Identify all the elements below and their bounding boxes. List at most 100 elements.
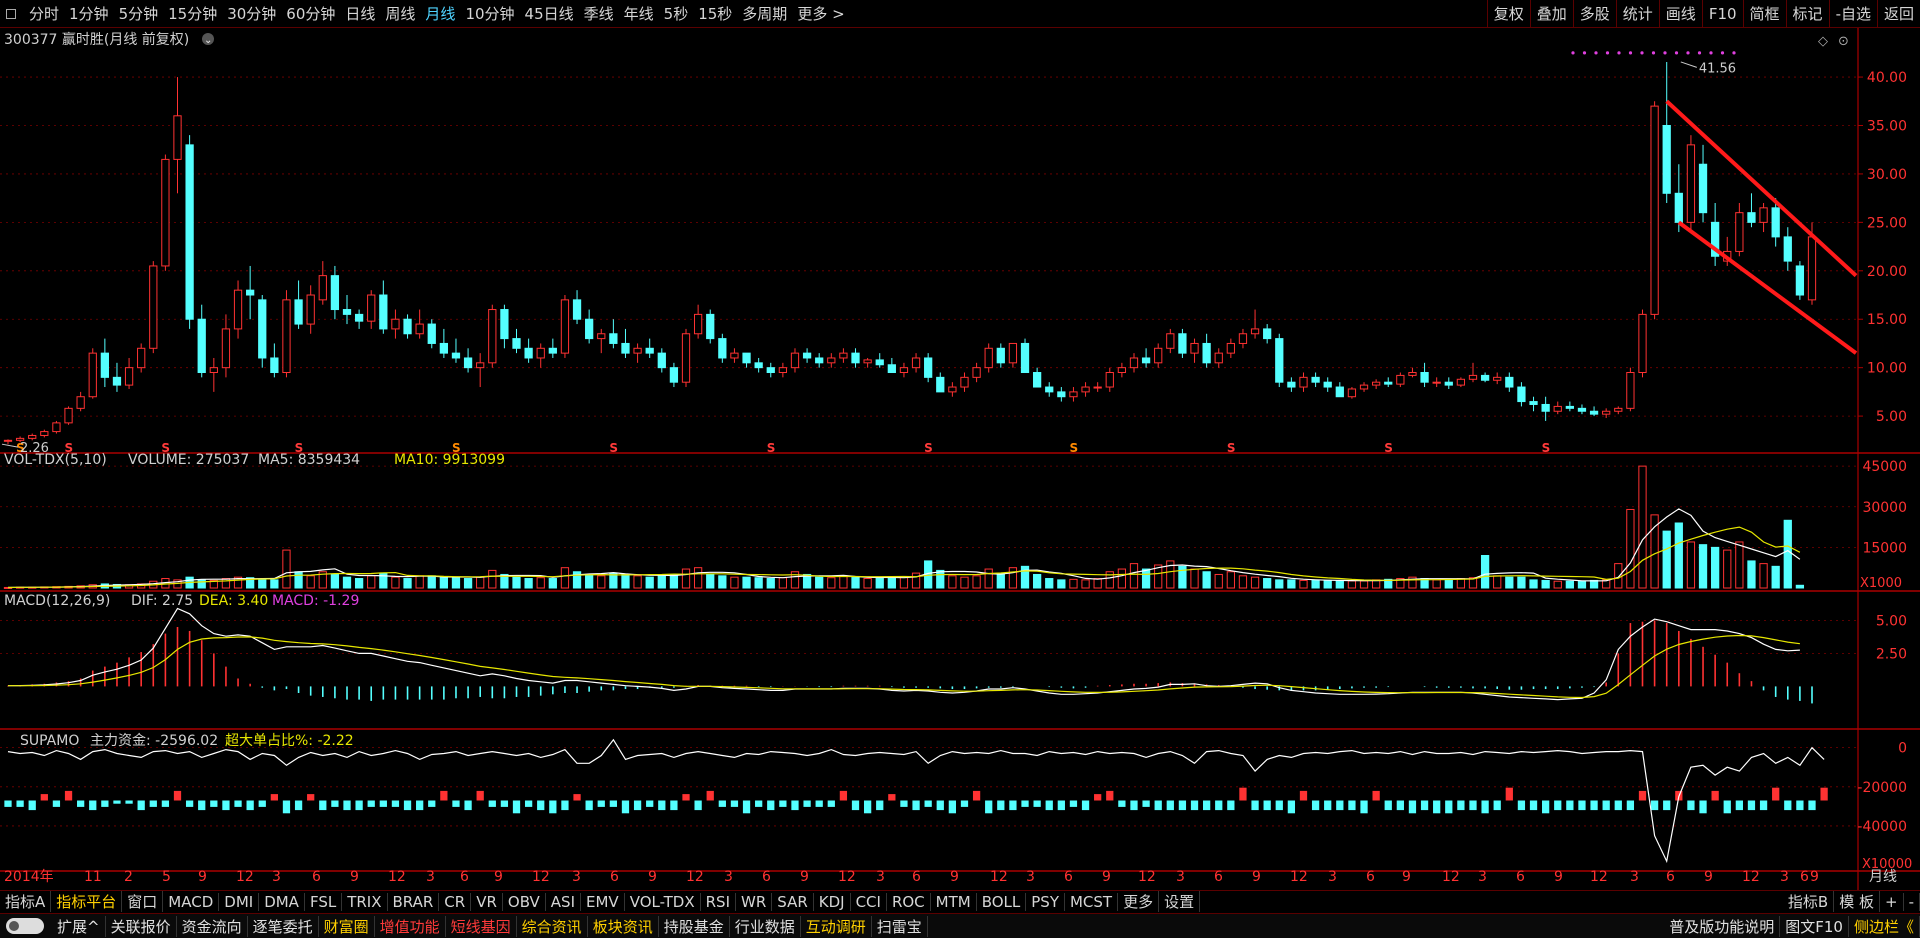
bottom-right-2[interactable]: 侧边栏《 [1849, 915, 1920, 937]
indicator-tab-4[interactable]: DMI [219, 892, 260, 911]
menu-square-icon[interactable] [6, 8, 16, 19]
timeframe-3[interactable]: 15分钟 [163, 3, 222, 24]
bottom-item-10[interactable]: 行业数据 [730, 915, 801, 937]
timeframe-4[interactable]: 30分钟 [222, 3, 281, 24]
indicator-right-2[interactable]: + [1880, 892, 1904, 911]
indicator-right-1[interactable]: 模 板 [1834, 891, 1880, 912]
indicator-tab-11[interactable]: OBV [503, 892, 546, 911]
indicator-tab-26[interactable]: 设置 [1159, 891, 1201, 912]
bottom-item-8[interactable]: 板块资讯 [588, 915, 659, 937]
indicator-tab-12[interactable]: ASI [546, 892, 582, 911]
timeframe-8[interactable]: 月线 [420, 3, 460, 24]
bottom-item-6[interactable]: 短线基因 [446, 915, 517, 937]
bottom-item-9[interactable]: 持股基金 [659, 915, 730, 937]
s-marker-9: S [1227, 441, 1236, 455]
toolbar-button-5[interactable]: F10 [1701, 0, 1743, 28]
candle-body-35 [427, 323, 436, 344]
indicator-tab-19[interactable]: CCI [851, 892, 887, 911]
supamo-ratio-value: 超大单占比%: -2.22 [225, 733, 354, 749]
timeframe-0[interactable]: 分时 [24, 3, 64, 24]
vol-bar-32 [391, 576, 400, 589]
toolbar-button-1[interactable]: 叠加 [1529, 0, 1573, 28]
timeframe-5[interactable]: 60分钟 [281, 3, 340, 24]
bottom-right-1[interactable]: 图文F10 [1780, 915, 1849, 937]
candle-body-63 [766, 367, 775, 374]
toolbar-button-2[interactable]: 多股 [1572, 0, 1616, 28]
bottom-item-5[interactable]: 增值功能 [375, 915, 446, 937]
toolbar-button-7[interactable]: 标记 [1785, 0, 1829, 28]
indicator-tab-15[interactable]: RSI [701, 892, 736, 911]
indicator-tab-3[interactable]: MACD [163, 892, 220, 911]
indicator-tab-5[interactable]: DMA [259, 892, 305, 911]
indicator-tab-17[interactable]: SAR [772, 892, 814, 911]
timeframe-14[interactable]: 15秒 [693, 3, 737, 24]
candle-body-53 [645, 347, 654, 354]
indicator-tab-21[interactable]: MTM [931, 892, 977, 911]
toolbar-button-4[interactable]: 画线 [1658, 0, 1702, 28]
timeframe-6[interactable]: 日线 [340, 3, 380, 24]
indicator-tab-24[interactable]: MCST [1065, 892, 1119, 911]
bottom-item-0[interactable]: 扩展^ [52, 915, 106, 937]
indicator-tab-0[interactable]: 指标A [0, 891, 52, 912]
timeframe-2[interactable]: 5分钟 [114, 3, 164, 24]
diamond-icon[interactable]: ◇ [1818, 34, 1828, 49]
toolbar-button-9[interactable]: 返回 [1876, 0, 1920, 28]
candle-body-116 [1408, 372, 1417, 376]
x-axis-label-20: 9 [800, 869, 809, 885]
indicator-tab-8[interactable]: BRAR [388, 892, 440, 911]
indicator-tab-7[interactable]: TRIX [342, 892, 388, 911]
toolbar-button-0[interactable]: 复权 [1486, 0, 1530, 28]
toolbar-button-6[interactable]: 简框 [1742, 0, 1786, 28]
toolbar-button-3[interactable]: 统计 [1615, 0, 1659, 28]
bottom-item-11[interactable]: 互动调研 [801, 915, 872, 937]
indicator-tab-13[interactable]: EMV [581, 892, 625, 911]
timeframe-1[interactable]: 1分钟 [64, 3, 114, 24]
indicator-tab-20[interactable]: ROC [887, 892, 931, 911]
vol-bar-103 [1250, 576, 1260, 589]
indicator-tab-14[interactable]: VOL-TDX [625, 892, 701, 911]
bottom-item-2[interactable]: 资金流向 [177, 915, 248, 937]
timeframe-13[interactable]: 5秒 [659, 3, 694, 24]
vol-bar-29 [354, 578, 364, 589]
vol-bar-34 [415, 575, 424, 589]
bottom-item-4[interactable]: 财富圈 [319, 915, 375, 937]
indicator-tab-22[interactable]: BOLL [977, 892, 1027, 911]
indicator-tab-18[interactable]: KDJ [814, 892, 851, 911]
indicator-tab-23[interactable]: PSY [1026, 892, 1065, 911]
timeframe-10[interactable]: 45日线 [520, 3, 579, 24]
toggle-switch[interactable] [6, 918, 44, 934]
candle-body-5 [64, 407, 73, 424]
bottom-item-1[interactable]: 关联报价 [106, 915, 177, 937]
candle-body-120 [1456, 378, 1466, 386]
timeframe-9[interactable]: 10分钟 [460, 3, 519, 24]
timeframe-15[interactable]: 多周期 [737, 3, 792, 24]
bottom-item-3[interactable]: 逐笔委托 [248, 915, 319, 937]
supamo-bar-7 [89, 800, 97, 811]
main-tick-label-2: 30.00 [1867, 167, 1907, 183]
supamo-bar-124 [1505, 787, 1513, 801]
timeframe-7[interactable]: 周线 [380, 3, 420, 24]
indicator-tab-2[interactable]: 窗口 [122, 891, 164, 912]
timeframe-16[interactable]: 更多 > [792, 3, 849, 24]
collapse-icon[interactable]: ⊙ [1838, 34, 1849, 49]
indicator-tab-16[interactable]: WR [736, 892, 773, 911]
indicator-tab-10[interactable]: VR [471, 892, 503, 911]
indicator-right-3[interactable]: - [1904, 892, 1920, 911]
high-dot-8 [1663, 51, 1667, 55]
indicator-tab-6[interactable]: FSL [305, 892, 343, 911]
kline-chart[interactable]: 300377 赢时胜(月线 前复权) ⌄ ◇ ⊙ VOL-TDX(5,10) V… [0, 28, 1920, 890]
bottom-item-7[interactable]: 综合资讯 [517, 915, 588, 937]
bottom-item-12[interactable]: 扫雷宝 [872, 915, 928, 937]
indicator-tab-1[interactable]: 指标平台 [51, 891, 123, 912]
candle-body-46 [560, 299, 570, 354]
timeframe-11[interactable]: 季线 [579, 3, 619, 24]
candle-body-95 [1154, 347, 1163, 364]
indicator-tab-9[interactable]: CR [439, 892, 472, 911]
bottom-right-0[interactable]: 普及版功能说明 [1664, 915, 1781, 937]
timeframe-12[interactable]: 年线 [619, 3, 659, 24]
candle-body-56 [681, 333, 691, 383]
toolbar-button-8[interactable]: -自选 [1828, 0, 1877, 28]
indicator-right-0[interactable]: 指标B [1783, 891, 1835, 912]
indicator-tab-25[interactable]: 更多 [1118, 891, 1160, 912]
candle-body-133 [1614, 407, 1623, 412]
